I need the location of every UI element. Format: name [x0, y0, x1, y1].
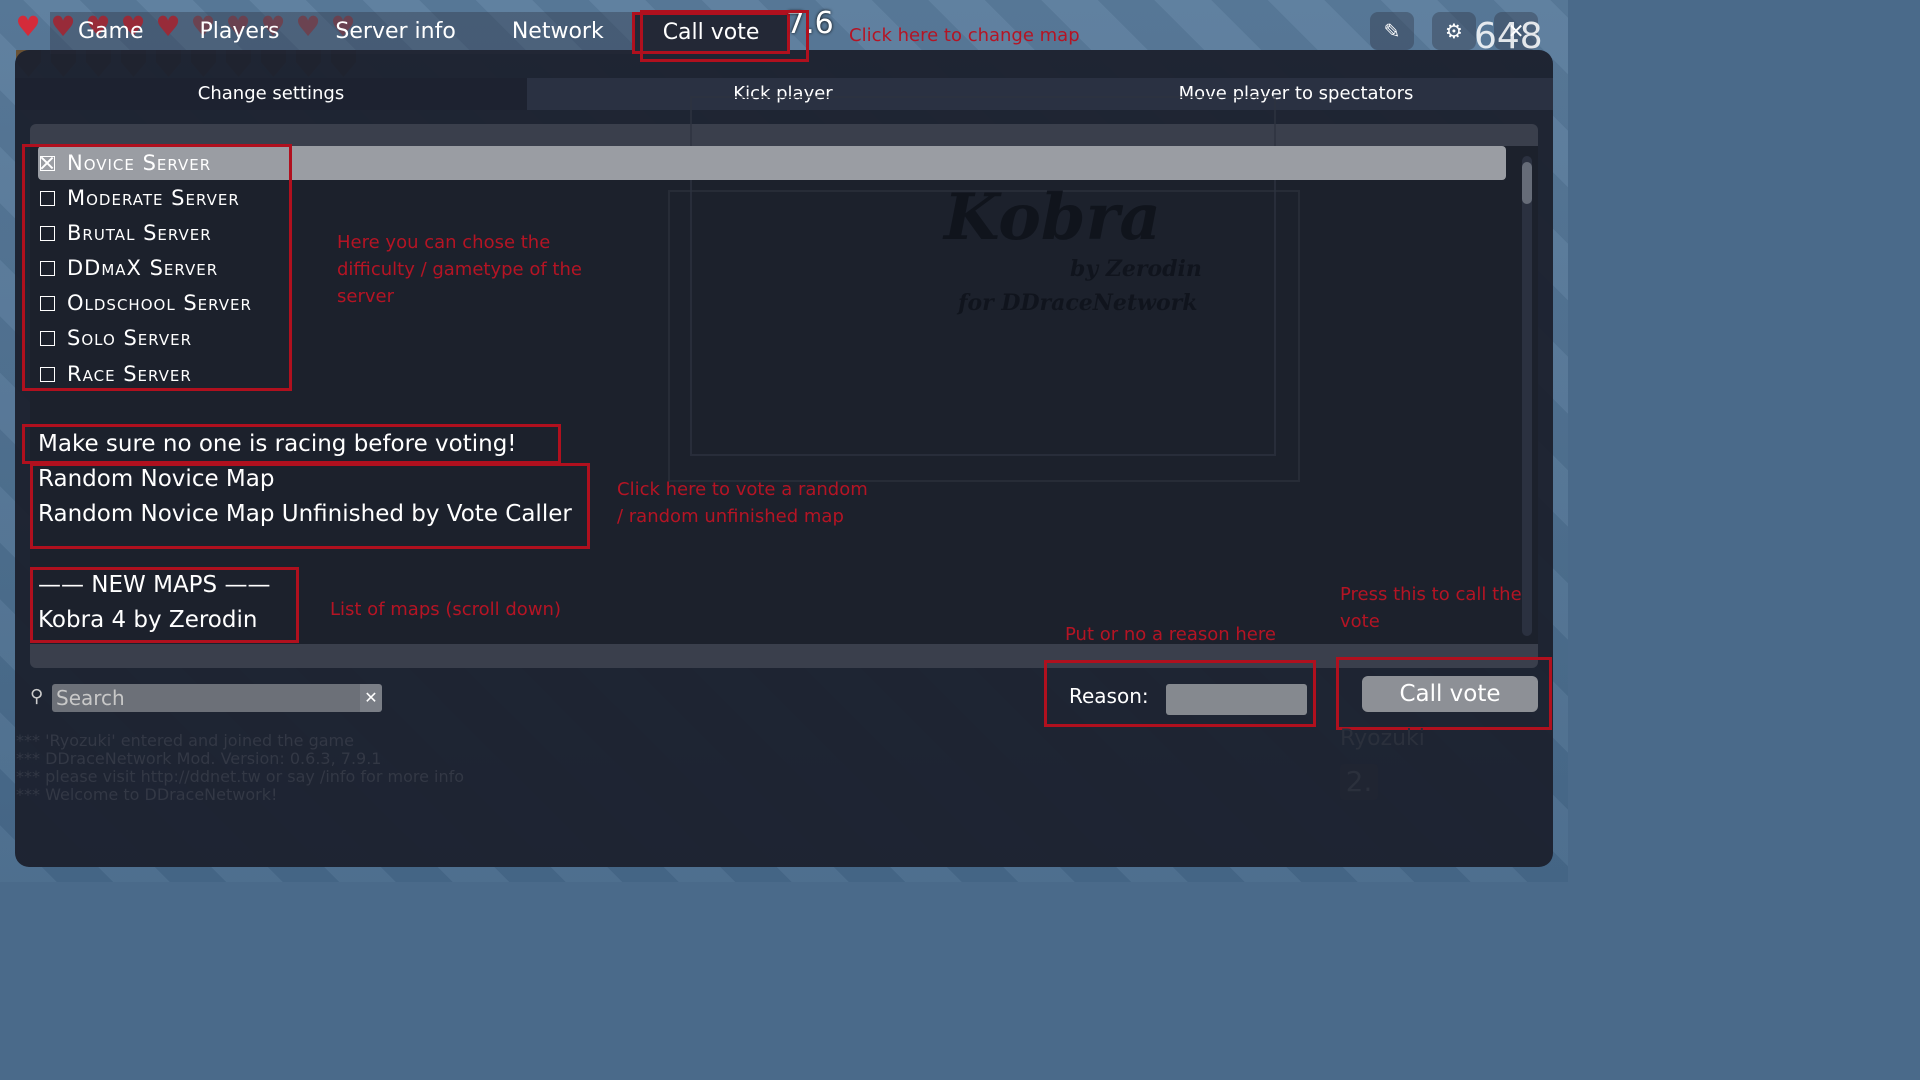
- checkbox-icon[interactable]: [40, 330, 55, 346]
- scoreboard-rank: 2.: [1340, 764, 1378, 800]
- annotation-difficulty: Here you can chose the difficulty / game…: [337, 232, 582, 307]
- heart-icon: ♥: [15, 10, 41, 43]
- race-timer: 7.6: [786, 6, 834, 41]
- chat-line: *** Welcome to DDraceNetwork!: [16, 785, 278, 804]
- chat-log: *** 'Ryozuki' entered and joined the gam…: [16, 732, 464, 804]
- gear-icon[interactable]: ⚙: [1432, 12, 1476, 50]
- clear-search-icon[interactable]: ✕: [360, 684, 382, 712]
- checkbox-icon[interactable]: [40, 190, 55, 206]
- annotation-map-list: List of maps (scroll down): [330, 599, 561, 620]
- server-option-label: Moderate Server: [67, 186, 240, 210]
- tab-network[interactable]: Network: [483, 12, 632, 54]
- subtab-change-settings[interactable]: Change settings: [15, 78, 527, 110]
- server-option-label: Oldschool Server: [67, 291, 252, 315]
- checkbox-icon[interactable]: [40, 295, 55, 311]
- tab-game[interactable]: Game: [50, 12, 172, 54]
- list-scrollbar[interactable]: [1522, 156, 1532, 636]
- vote-random-unfinished-map[interactable]: Random Novice Map Unfinished by Vote Cal…: [38, 497, 572, 532]
- map-preview-author: by Zerodin: [1070, 256, 1202, 282]
- call-vote-button[interactable]: Call vote: [1362, 676, 1538, 712]
- server-option-ddmax[interactable]: DDmaX Server: [38, 251, 218, 285]
- pencil-icon[interactable]: ✎: [1370, 12, 1414, 50]
- annotation-call-vote: Press this to call the vote: [1340, 584, 1522, 632]
- vote-warning-item[interactable]: Make sure no one is racing before voting…: [38, 427, 517, 462]
- server-option-label: Brutal Server: [67, 221, 212, 245]
- checkbox-icon[interactable]: [40, 225, 55, 241]
- checkbox-icon[interactable]: [40, 260, 55, 276]
- vote-map-kobra-4[interactable]: Kobra 4 by Zerodin: [38, 603, 257, 638]
- new-maps-header[interactable]: —— NEW MAPS ——: [38, 568, 270, 603]
- server-option-moderate[interactable]: Moderate Server: [38, 181, 240, 215]
- map-preview-title: Kobra: [944, 180, 1161, 255]
- annotation-random-vote: Click here to vote a random / random unf…: [617, 479, 868, 527]
- server-option-race[interactable]: Race Server: [38, 357, 192, 391]
- chat-line: *** 'Ryozuki' entered and joined the gam…: [16, 731, 354, 750]
- checkbox-checked-icon[interactable]: [40, 155, 55, 171]
- chat-line: *** DDraceNetwork Mod. Version: 0.6.3, 7…: [16, 749, 382, 768]
- tab-players[interactable]: Players: [171, 12, 308, 54]
- map-preview-for: for DDraceNetwork: [958, 290, 1198, 316]
- server-option-label: Novice Server: [67, 151, 212, 175]
- tab-call-vote[interactable]: Call vote: [631, 12, 791, 54]
- server-option-brutal[interactable]: Brutal Server: [38, 216, 212, 250]
- reason-label: Reason:: [1069, 684, 1149, 708]
- server-option-oldschool[interactable]: Oldschool Server: [38, 286, 252, 320]
- server-option-label: DDmaX Server: [67, 256, 219, 280]
- server-option-label: Race Server: [67, 362, 192, 386]
- scoreboard-player: Ryozuki: [1340, 726, 1425, 751]
- scroll-thumb[interactable]: [1522, 162, 1532, 204]
- reason-input[interactable]: [1166, 684, 1307, 715]
- server-option-novice[interactable]: Novice Server: [38, 146, 1506, 180]
- checkbox-icon[interactable]: [40, 366, 55, 382]
- annotation-reason: Put or no a reason here: [1065, 624, 1276, 645]
- tab-server-info[interactable]: Server info: [307, 12, 484, 54]
- search-input[interactable]: [52, 684, 360, 712]
- list-footer: [30, 644, 1538, 668]
- chat-line: *** please visit http://ddnet.tw or say …: [16, 767, 465, 786]
- annotation-change-map: Click here to change map: [849, 25, 1080, 46]
- hud-score: 648: [1474, 16, 1543, 57]
- server-option-solo[interactable]: Solo Server: [38, 321, 192, 355]
- main-tabs: Game Players Server info Network Call vo…: [50, 12, 791, 54]
- vote-random-map[interactable]: Random Novice Map: [38, 462, 274, 497]
- server-option-label: Solo Server: [67, 326, 193, 350]
- search-icon: ⚲: [30, 686, 44, 707]
